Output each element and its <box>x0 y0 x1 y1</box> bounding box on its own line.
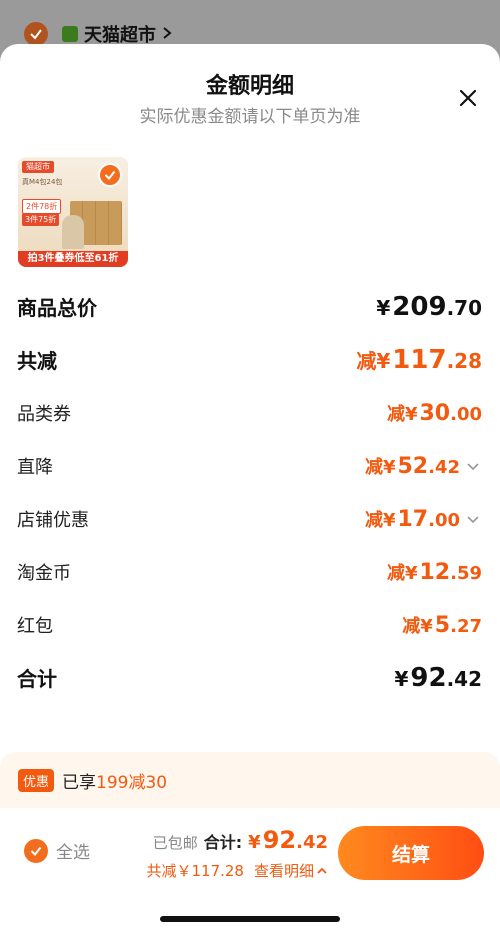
product-store-tag: 猫超市 <box>22 161 54 173</box>
amount-prefix: 减 <box>386 403 405 425</box>
amount-prefix: 减 <box>364 509 383 531</box>
price-row-amount: 减 ¥17.00 <box>365 506 482 532</box>
price-row[interactable]: 直降 减 ¥52.42 <box>0 439 500 492</box>
price-row: 合计 ¥92.42 <box>0 651 500 704</box>
amount-currency: ¥ <box>394 666 409 691</box>
select-all-toggle[interactable]: 全选 <box>24 838 90 863</box>
product-spec-text: 真M4包24包 <box>22 178 63 186</box>
amount-integer: 117 <box>392 344 447 375</box>
amount-currency: ¥ <box>376 295 391 320</box>
product-selected-check-icon[interactable] <box>98 163 122 187</box>
saved-amount: 共减￥117.28 <box>146 862 244 880</box>
amount-prefix: 减 <box>364 456 383 478</box>
amount-integer: 92 <box>410 662 447 693</box>
promo-text-highlight: 199减30 <box>96 772 168 793</box>
price-row-label: 商品总价 <box>17 296 97 320</box>
amount-integer: 17 <box>397 506 429 532</box>
price-row-label: 品类券 <box>17 403 71 425</box>
close-button[interactable] <box>454 84 482 112</box>
price-row: 淘金币 减 ¥12.59 <box>0 545 500 598</box>
price-row-amount: 减 ¥117.28 <box>356 345 482 375</box>
amount-currency: ¥ <box>382 456 396 478</box>
price-row: 商品总价 ¥209.70 <box>0 280 500 333</box>
total-label: 合计: <box>203 833 243 852</box>
chevron-down-icon <box>466 458 482 474</box>
amount-integer: 12 <box>419 559 451 585</box>
store-select-check-icon <box>24 22 48 46</box>
price-row-label: 共减 <box>17 349 57 373</box>
product-deal-tag: 2件78折 <box>22 199 62 214</box>
price-row-amount: ¥209.70 <box>376 292 482 322</box>
amount-currency: ¥ <box>404 403 418 425</box>
amount-currency: ¥ <box>376 348 391 373</box>
amount-decimal: .28 <box>446 348 482 373</box>
close-icon <box>459 89 477 107</box>
price-row-amount: 减 ¥30.00 <box>387 400 482 426</box>
price-breakdown-list: 商品总价 ¥209.70 共减减 ¥117.28 品类券减 ¥30.00 直降减 ¥52.42… <box>0 280 500 704</box>
total-int: 92 <box>262 826 297 854</box>
saved-summary: 共减￥117.28 查看明细 <box>146 860 328 881</box>
product-thumbnail[interactable]: 猫超市 真M4包24包 2件78折 3件75折 拍3件叠券低至61折 <box>18 157 128 267</box>
checkout-button[interactable]: 结算 <box>338 826 484 880</box>
total-currency: ¥ <box>248 832 261 853</box>
promo-text-prefix: 已享 <box>62 772 97 793</box>
price-row-amount: 减 ¥52.42 <box>365 453 482 479</box>
amount-decimal: .70 <box>446 295 482 320</box>
amount-detail-sheet: 金额明细 实际优惠金额请以下单页为准 猫超市 真M4包24包 2件78折 3件7… <box>0 44 500 934</box>
promo-text: 已享199减30 <box>62 768 167 793</box>
amount-currency: ¥ <box>420 615 433 637</box>
chevron-up-icon <box>317 867 327 874</box>
product-person-image <box>62 215 84 249</box>
amount-integer: 30 <box>419 400 451 426</box>
price-row-label: 合计 <box>17 667 57 691</box>
price-row-label: 直降 <box>17 456 53 478</box>
amount-prefix: 减 <box>386 562 405 584</box>
price-row-amount: 减 ¥12.59 <box>387 559 482 585</box>
amount-prefix: 减 <box>356 348 377 373</box>
price-row-amount: ¥92.42 <box>394 663 482 693</box>
promo-badge: 优惠 <box>18 768 55 792</box>
total-summary: 已包邮 合计: ¥92.42 <box>153 826 328 854</box>
home-indicator <box>160 916 340 922</box>
product-promo-banner: 拍3件叠券低至61折 <box>18 251 128 267</box>
checkout-bar: 全选 已包邮 合计: ¥92.42 共减￥117.28 查看明细 结算 <box>0 808 500 934</box>
product-deal-tag: 3件75折 <box>22 213 60 226</box>
check-circle-icon <box>24 838 48 863</box>
price-row-amount: 减 ¥5.27 <box>402 612 482 638</box>
free-shipping-label: 已包邮 <box>152 834 198 852</box>
price-row-label: 淘金币 <box>17 562 71 584</box>
sheet-subtitle: 实际优惠金额请以下单页为准 <box>139 107 361 127</box>
amount-prefix: 减 <box>402 615 421 637</box>
select-all-label: 全选 <box>56 843 90 863</box>
price-row-label: 红包 <box>17 615 53 637</box>
amount-decimal: .42 <box>428 456 460 478</box>
total-amount: ¥92.42 <box>248 826 328 854</box>
price-row: 品类券 减 ¥30.00 <box>0 386 500 439</box>
amount-decimal: .27 <box>450 615 482 637</box>
amount-currency: ¥ <box>404 562 418 584</box>
price-row: 红包 减 ¥5.27 <box>0 598 500 651</box>
price-row: 共减 减 ¥117.28 <box>0 333 500 386</box>
view-detail-label: 查看明细 <box>253 862 314 880</box>
amount-decimal: .00 <box>428 509 460 531</box>
total-dec: .42 <box>296 832 328 853</box>
amount-decimal: .00 <box>450 403 482 425</box>
amount-currency: ¥ <box>382 509 396 531</box>
sheet-title: 金额明细 <box>205 74 294 99</box>
tmall-logo-icon <box>62 26 78 42</box>
chevron-right-icon <box>162 24 172 45</box>
amount-integer: 5 <box>434 612 451 638</box>
price-row-label: 店铺优惠 <box>17 509 89 531</box>
promo-strip: 优惠 已享199减30 <box>0 752 500 808</box>
price-row[interactable]: 店铺优惠 减 ¥17.00 <box>0 492 500 545</box>
view-detail-link[interactable]: 查看明细 <box>254 860 328 881</box>
amount-decimal: .59 <box>450 562 482 584</box>
amount-integer: 209 <box>392 291 447 322</box>
amount-integer: 52 <box>397 453 429 479</box>
chevron-down-icon <box>466 511 482 527</box>
amount-decimal: .42 <box>446 666 482 691</box>
